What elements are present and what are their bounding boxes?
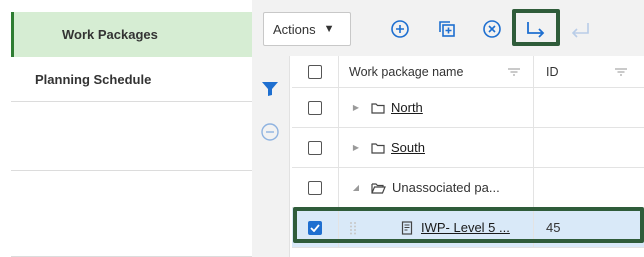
outdent-icon[interactable] xyxy=(565,14,595,44)
row-name-cell: ▶ North xyxy=(339,88,534,127)
folder-icon xyxy=(371,142,385,154)
row-checkbox[interactable] xyxy=(308,180,322,195)
table-row[interactable]: ▶ South xyxy=(292,128,644,168)
row-select-cell xyxy=(292,88,339,127)
row-select-cell xyxy=(292,168,339,207)
work-package-grid: Work package name ID ▶ North ▶ South ◢ U… xyxy=(292,56,644,257)
row-checkbox-checked[interactable] xyxy=(308,220,322,235)
work-package-link[interactable]: North xyxy=(391,100,423,115)
column-header-label: Work package name xyxy=(349,64,464,79)
row-id-cell: 45 xyxy=(546,220,561,235)
actions-label: Actions xyxy=(273,21,316,37)
column-header-id[interactable]: ID xyxy=(534,56,644,87)
divider xyxy=(11,170,252,171)
row-id-cell xyxy=(534,168,644,207)
sidebar-item-label: Work Packages xyxy=(62,27,158,42)
collapse-minus-icon[interactable] xyxy=(260,122,280,145)
divider xyxy=(11,101,252,102)
row-checkbox[interactable] xyxy=(308,100,322,115)
caret-down-icon: ▼ xyxy=(323,23,335,35)
table-row-selected[interactable]: IWP- Level 5 ... 45 xyxy=(292,208,644,248)
work-package-link[interactable]: IWP- Level 5 ... xyxy=(421,220,510,235)
work-package-link[interactable]: South xyxy=(391,140,425,155)
drag-handle-icon[interactable] xyxy=(349,221,357,235)
column-menu-icon[interactable] xyxy=(614,65,628,80)
table-row[interactable]: ▶ North xyxy=(292,88,644,128)
add-copy-icon[interactable] xyxy=(432,14,462,44)
column-menu-icon[interactable] xyxy=(507,65,521,80)
expand-arrow-icon[interactable]: ▶ xyxy=(349,103,363,112)
row-id-cell xyxy=(534,88,644,127)
filter-icon[interactable] xyxy=(261,81,279,100)
expand-arrow-icon[interactable]: ▶ xyxy=(349,143,363,152)
grid-header: Work package name ID xyxy=(292,56,644,88)
select-all-checkbox[interactable] xyxy=(308,64,322,79)
sidebar-item-work-packages[interactable]: Work Packages xyxy=(11,12,252,57)
row-checkbox[interactable] xyxy=(308,140,322,155)
indent-highlight-frame xyxy=(512,9,560,46)
sidebar-item-planning-schedule[interactable]: Planning Schedule xyxy=(11,57,252,101)
add-circle-icon[interactable] xyxy=(385,14,415,44)
row-select-cell xyxy=(292,128,339,167)
sidebar-item-label: Planning Schedule xyxy=(35,71,152,87)
column-header-label: ID xyxy=(546,64,559,79)
sidebar: Work Packages Planning Schedule xyxy=(0,0,252,257)
actions-dropdown[interactable]: Actions ▼ xyxy=(263,12,351,46)
row-name-cell: ▶ South xyxy=(339,128,534,167)
select-all-cell xyxy=(292,56,339,87)
row-select-cell xyxy=(292,208,339,247)
table-row[interactable]: ◢ Unassociated pa... xyxy=(292,168,644,208)
column-header-name[interactable]: Work package name xyxy=(339,56,534,87)
document-icon xyxy=(401,220,413,235)
work-package-name: Unassociated pa... xyxy=(392,180,500,195)
row-name-cell: ◢ Unassociated pa... xyxy=(339,168,534,207)
filter-panel xyxy=(252,56,290,257)
remove-circle-icon[interactable] xyxy=(477,14,507,44)
collapse-arrow-icon[interactable]: ◢ xyxy=(349,183,363,192)
toolbar: Actions ▼ xyxy=(252,0,644,56)
folder-open-icon xyxy=(371,182,386,194)
folder-icon xyxy=(371,102,385,114)
row-name-cell: IWP- Level 5 ... xyxy=(339,208,534,247)
row-id-cell xyxy=(534,128,644,167)
